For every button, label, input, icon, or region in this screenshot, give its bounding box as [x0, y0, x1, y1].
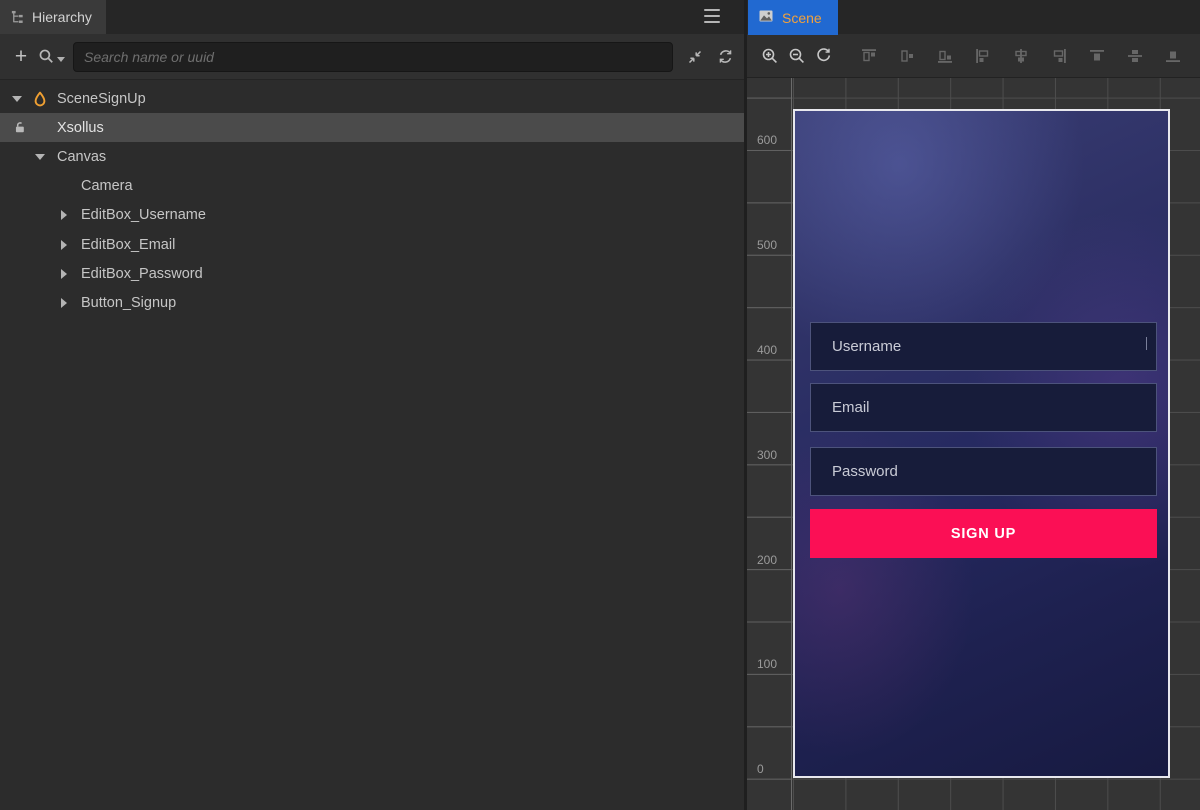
align-vertical-center-icon [899, 48, 915, 64]
tree-item-editbox_email[interactable]: EditBox_Email [0, 230, 744, 259]
ruler-label-200: 200 [757, 553, 777, 567]
ruler-label-600: 600 [757, 133, 777, 147]
expander-open-icon[interactable] [10, 96, 32, 102]
scene-flame-icon [32, 91, 48, 107]
text-cursor [1146, 337, 1148, 350]
align-left-icon [975, 48, 991, 64]
tree-item-camera[interactable]: Camera [0, 172, 744, 201]
tab-hierarchy-label: Hierarchy [32, 9, 92, 25]
hierarchy-tab-bar: Hierarchy [0, 0, 744, 34]
tree-item-editbox_username[interactable]: EditBox_Username [0, 201, 744, 230]
tree-item-label: Camera [79, 178, 133, 194]
lock-open-icon[interactable] [12, 120, 26, 134]
reset-view-icon[interactable] [815, 47, 832, 64]
zoom-in-icon[interactable] [761, 47, 779, 65]
ruler-label-400: 400 [757, 343, 777, 357]
username-placeholder-label: Username [832, 338, 901, 355]
tree-item-button_signup[interactable]: Button_Signup [0, 288, 744, 317]
expander-closed-icon[interactable] [57, 298, 79, 308]
signup-scene-stage[interactable]: Username Email Password SIGN UP [793, 109, 1170, 778]
scene-viewport[interactable]: 600 500 400 300 200 100 0 Username Email Passwor… [747, 78, 1200, 810]
align-bottom-icon [937, 48, 953, 64]
ruler-label-500: 500 [757, 238, 777, 252]
tab-scene-label: Scene [782, 10, 822, 26]
scene-panel: Scene 600 500 400 300 200 100 0 Username Email P… [747, 0, 1200, 810]
tree-item-scenesignup[interactable]: SceneSignUp [0, 84, 744, 113]
distribute-bottom-icon [1165, 48, 1181, 64]
hierarchy-panel: Hierarchy + [0, 0, 744, 810]
tree-item-label: Button_Signup [79, 295, 176, 311]
align-top-icon [861, 48, 877, 64]
align-right-icon [1051, 48, 1067, 64]
hamburger-menu-icon[interactable] [704, 9, 720, 23]
email-editbox[interactable]: Email [810, 383, 1157, 432]
editor-window: Hierarchy + [0, 0, 1200, 810]
hierarchy-tree-icon [10, 10, 25, 25]
distribute-top-icon [1089, 48, 1105, 64]
tree-item-label: EditBox_Username [79, 207, 206, 223]
ruler-label-100: 100 [757, 657, 777, 671]
align-tools-group [861, 48, 1200, 64]
tree-item-label: Xsollus [55, 120, 104, 136]
search-filter-icon[interactable] [38, 48, 65, 65]
tree-item-label: EditBox_Email [79, 237, 175, 253]
scene-tab-bar: Scene [747, 0, 1200, 34]
ruler-label-0: 0 [757, 762, 764, 776]
tree-item-label: SceneSignUp [55, 91, 146, 107]
expander-closed-icon[interactable] [57, 269, 79, 279]
expander-open-icon[interactable] [33, 154, 55, 160]
refresh-icon[interactable] [717, 48, 734, 65]
password-editbox[interactable]: Password [810, 447, 1157, 496]
password-placeholder-label: Password [832, 463, 898, 480]
hierarchy-tree: SceneSignUp Xsollus Canvas Camera EditBox_Us… [0, 80, 744, 810]
tree-item-xsollus[interactable]: Xsollus [0, 113, 744, 142]
tree-item-editbox_password[interactable]: EditBox_Password [0, 259, 744, 288]
tree-item-label: Canvas [55, 149, 106, 165]
align-horizontal-center-icon [1013, 48, 1029, 64]
vertical-ruler: 600 500 400 300 200 100 0 [747, 78, 792, 810]
distribute-vertical-center-icon [1127, 48, 1143, 64]
tab-scene[interactable]: Scene [748, 0, 838, 35]
collapse-all-icon[interactable] [687, 49, 703, 65]
scene-toolbar [747, 34, 1200, 78]
tab-hierarchy[interactable]: Hierarchy [0, 0, 106, 34]
expander-closed-icon[interactable] [57, 210, 79, 220]
hierarchy-toolbar: + [0, 34, 744, 80]
chevron-down-icon [57, 57, 65, 62]
email-placeholder-label: Email [832, 399, 870, 416]
add-node-button[interactable]: + [8, 46, 34, 67]
tree-item-canvas[interactable]: Canvas [0, 142, 744, 171]
search-input[interactable] [73, 42, 673, 72]
username-editbox[interactable]: Username [810, 322, 1157, 371]
sign-up-button[interactable]: SIGN UP [810, 509, 1157, 558]
zoom-out-icon[interactable] [788, 47, 806, 65]
scene-image-icon [758, 8, 774, 27]
expander-closed-icon[interactable] [57, 240, 79, 250]
ruler-label-300: 300 [757, 448, 777, 462]
tree-item-label: EditBox_Password [79, 266, 203, 282]
